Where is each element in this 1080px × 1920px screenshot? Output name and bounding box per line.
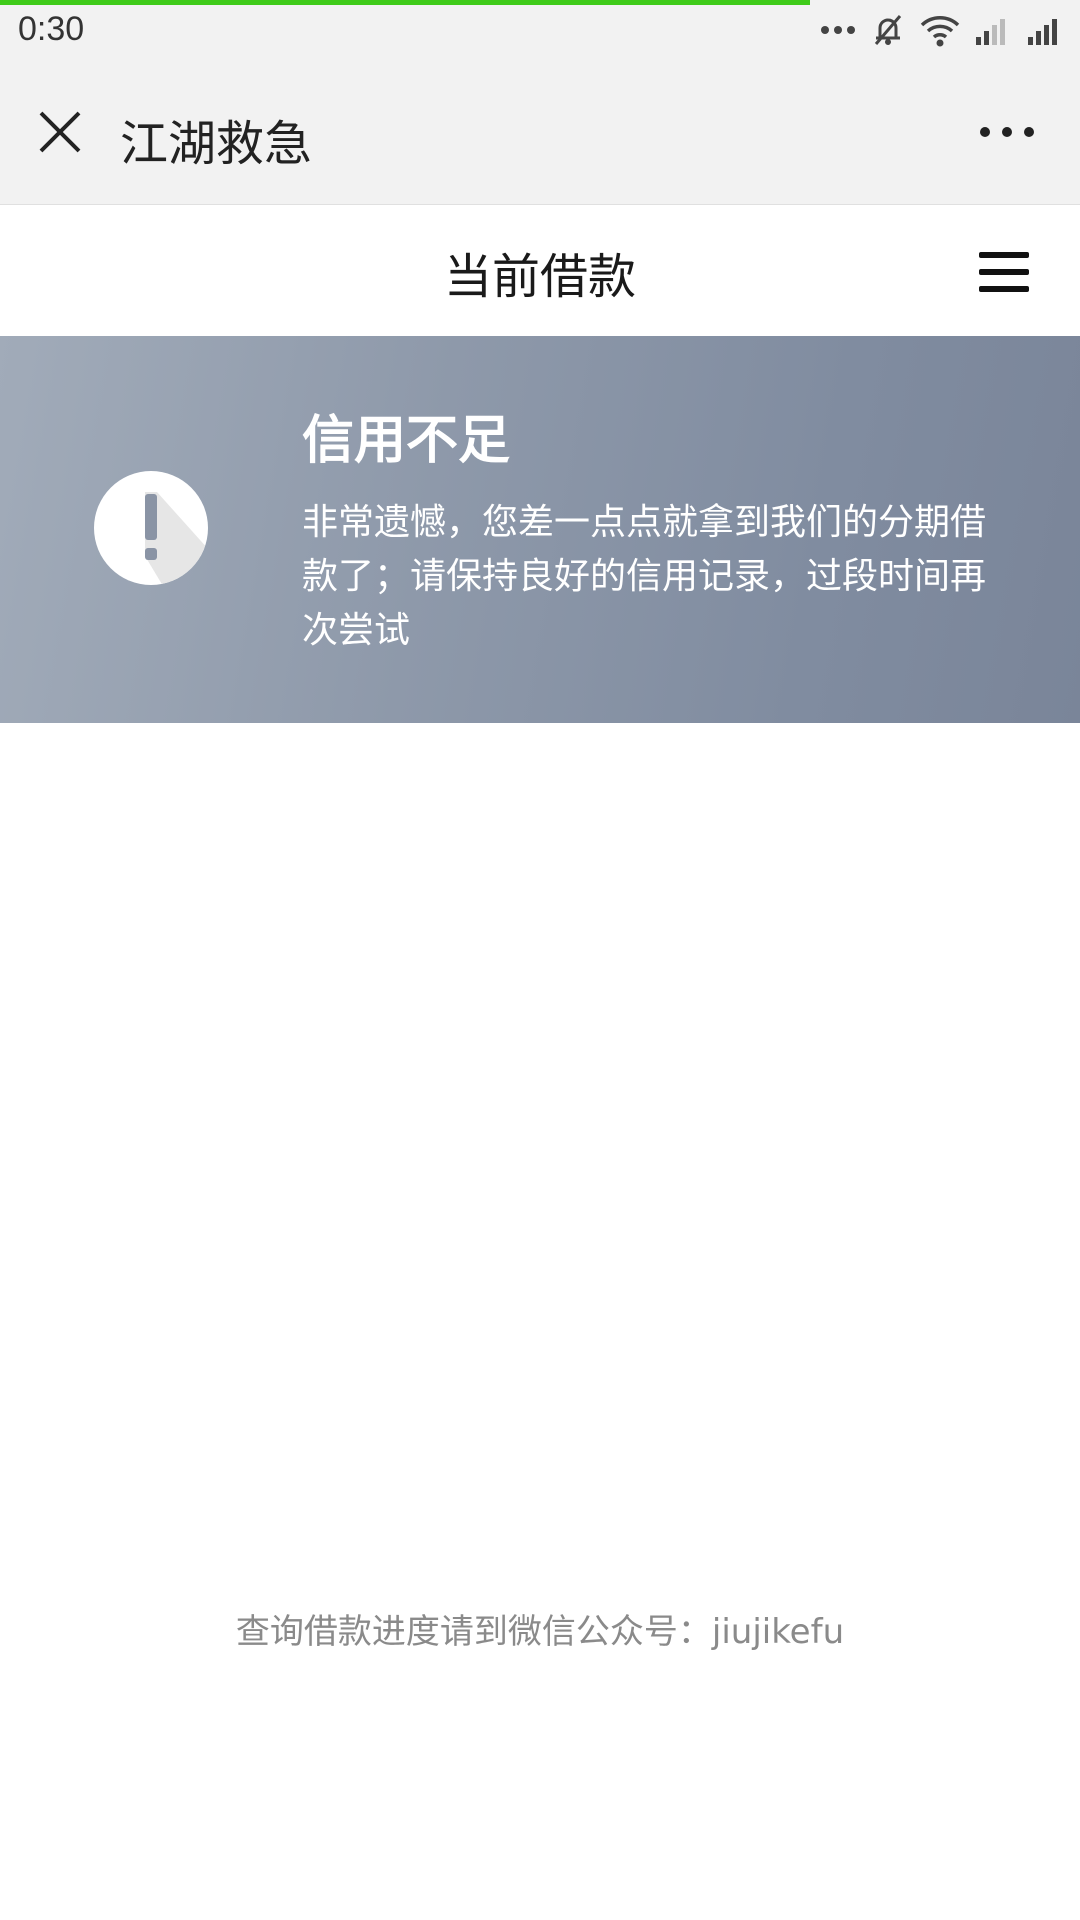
close-icon bbox=[39, 111, 81, 153]
page-header: 当前借款 bbox=[0, 205, 1080, 336]
page-load-progress bbox=[0, 0, 1080, 5]
mute-icon bbox=[870, 12, 906, 48]
menu-button[interactable] bbox=[974, 247, 1034, 297]
status-icons bbox=[820, 10, 1064, 50]
title-bar: 江湖救急 bbox=[0, 64, 1080, 205]
footer-note: 查询借款进度请到微信公众号：jiujikefu bbox=[235, 1612, 845, 1652]
signal-weak-icon bbox=[974, 15, 1012, 45]
wifi-icon bbox=[920, 13, 960, 47]
exclamation-circle-icon bbox=[94, 471, 208, 585]
more-dots-icon bbox=[820, 23, 856, 37]
more-horizontal-icon bbox=[980, 127, 1034, 137]
signal-full-icon bbox=[1026, 15, 1064, 45]
credit-status-banner: 信用不足 非常遗憾，您差一点点就拿到我们的分期借款了；请保持良好的信用记录，过段… bbox=[0, 336, 1080, 723]
more-button[interactable] bbox=[972, 104, 1042, 160]
page-title: 当前借款 bbox=[443, 249, 636, 305]
banner-heading: 信用不足 bbox=[302, 411, 511, 471]
page-load-progress-fill bbox=[0, 0, 810, 5]
banner-message: 非常遗憾，您差一点点就拿到我们的分期借款了；请保持良好的信用记录，过段时间再次尝… bbox=[302, 502, 987, 651]
status-bar: 0:30 bbox=[0, 0, 1080, 64]
status-time: 0:30 bbox=[18, 10, 85, 48]
app-title: 江湖救急 bbox=[120, 116, 313, 172]
close-button[interactable] bbox=[30, 102, 90, 162]
hamburger-menu-icon bbox=[979, 252, 1029, 292]
